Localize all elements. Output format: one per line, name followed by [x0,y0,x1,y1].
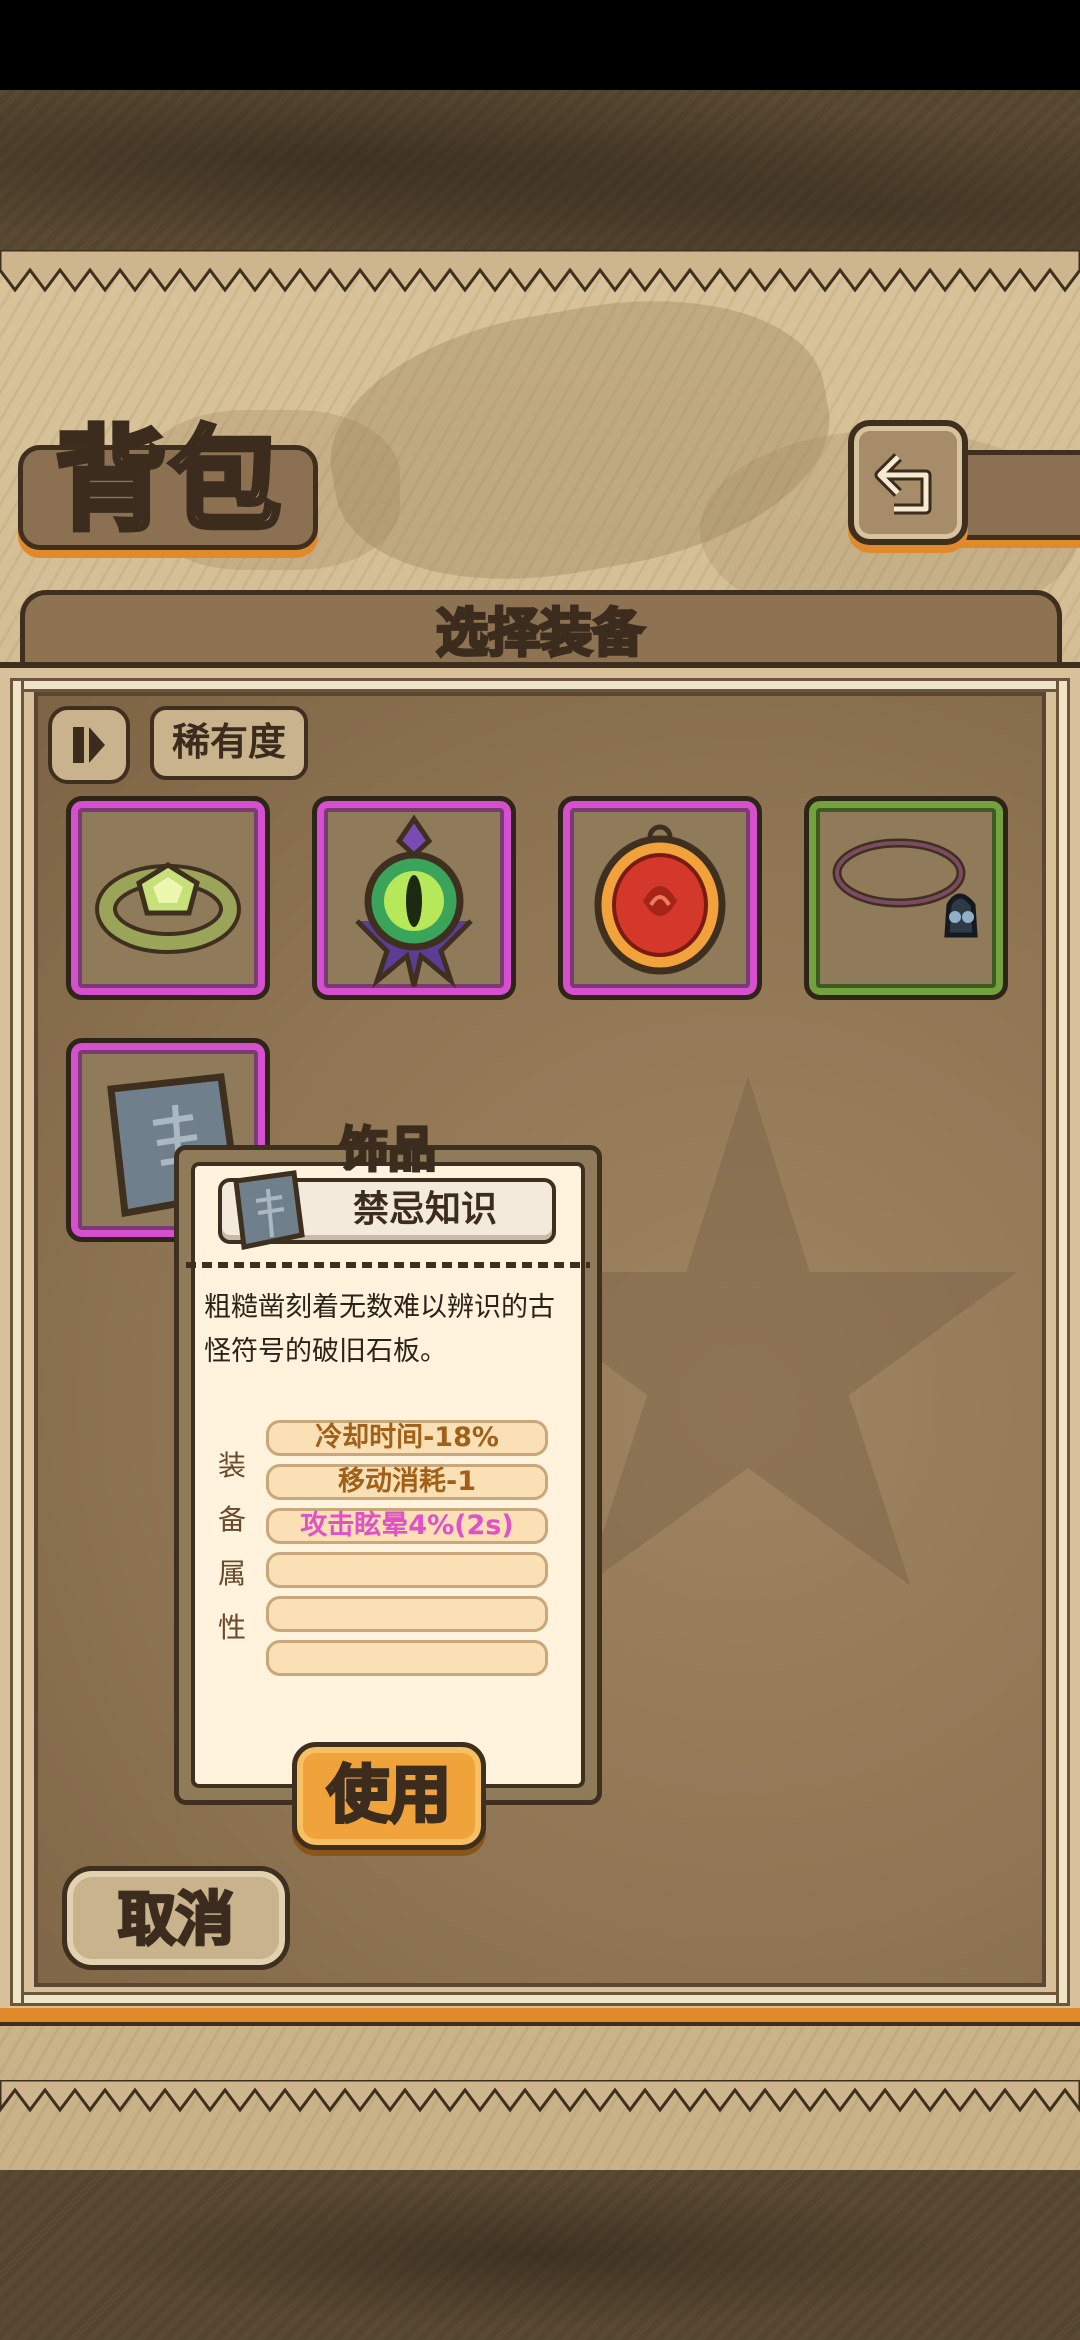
sort-toggle-button[interactable] [48,706,130,784]
top-map-band [0,90,1080,260]
item-slot-red-rose-pendant[interactable] [558,796,762,1000]
attr-pill-empty [266,1640,548,1676]
ring-icon [95,862,241,954]
cancel-button[interactable]: 取消 [62,1866,290,1970]
page-title: 背包 [53,415,284,546]
item-slot-eye-amulet[interactable] [312,796,516,1000]
attr-pill-empty [266,1552,548,1588]
back-button[interactable] [848,420,968,545]
rarity-filter-button[interactable]: 稀有度 [150,706,308,780]
attr-pill: 攻击眩晕4%(2s) [266,1508,548,1544]
rose-pendant-icon [594,824,726,975]
zigzag-border-top [0,250,1080,293]
skull-necklace-icon [832,838,978,938]
status-bar [0,0,1080,90]
tooltip-divider [186,1262,590,1268]
use-button[interactable]: 使用 [292,1742,486,1850]
attr-label-char: 备 [217,1503,246,1536]
item-slot-green-gem-ring[interactable] [66,796,270,1000]
panel-title: 选择装备 [434,603,645,666]
attr-label-char: 性 [217,1611,246,1644]
item-description: 粗糙凿刻着无数难以辨识的古怪符号的破旧石板。 [204,1292,555,1367]
item-name: 禁忌知识 [352,1189,497,1230]
sort-icon [73,727,105,763]
zigzag-border-bottom [0,2080,1080,2113]
eye-amulet-icon [355,814,473,989]
return-arrow-icon [874,452,932,514]
attr-label-char: 属 [217,1557,246,1590]
item-slot-skull-necklace[interactable] [804,796,1008,1000]
attr-pill-empty [266,1596,548,1632]
bottom-map-band [0,2170,1080,2340]
attr-pill: 冷却时间-18% [266,1420,548,1456]
attr-label-char: 装 [217,1449,246,1482]
attr-pill: 移动消耗-1 [266,1464,548,1500]
panel-bottom-trim [0,2008,1080,2026]
